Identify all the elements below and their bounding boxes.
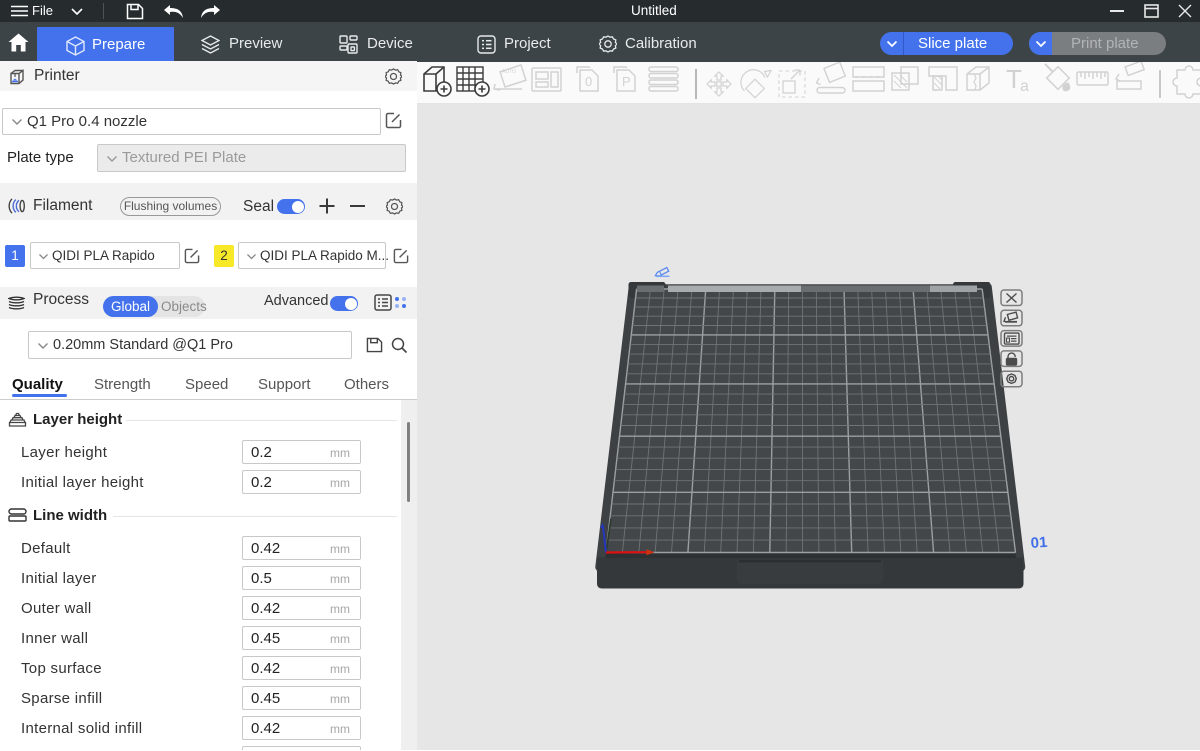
svg-text:01: 01 (1030, 534, 1048, 552)
svg-text:P: P (622, 74, 631, 89)
svg-text:0: 0 (585, 74, 592, 89)
svg-text:a: a (1020, 78, 1029, 95)
svg-text:AUTO: AUTO (502, 69, 516, 75)
